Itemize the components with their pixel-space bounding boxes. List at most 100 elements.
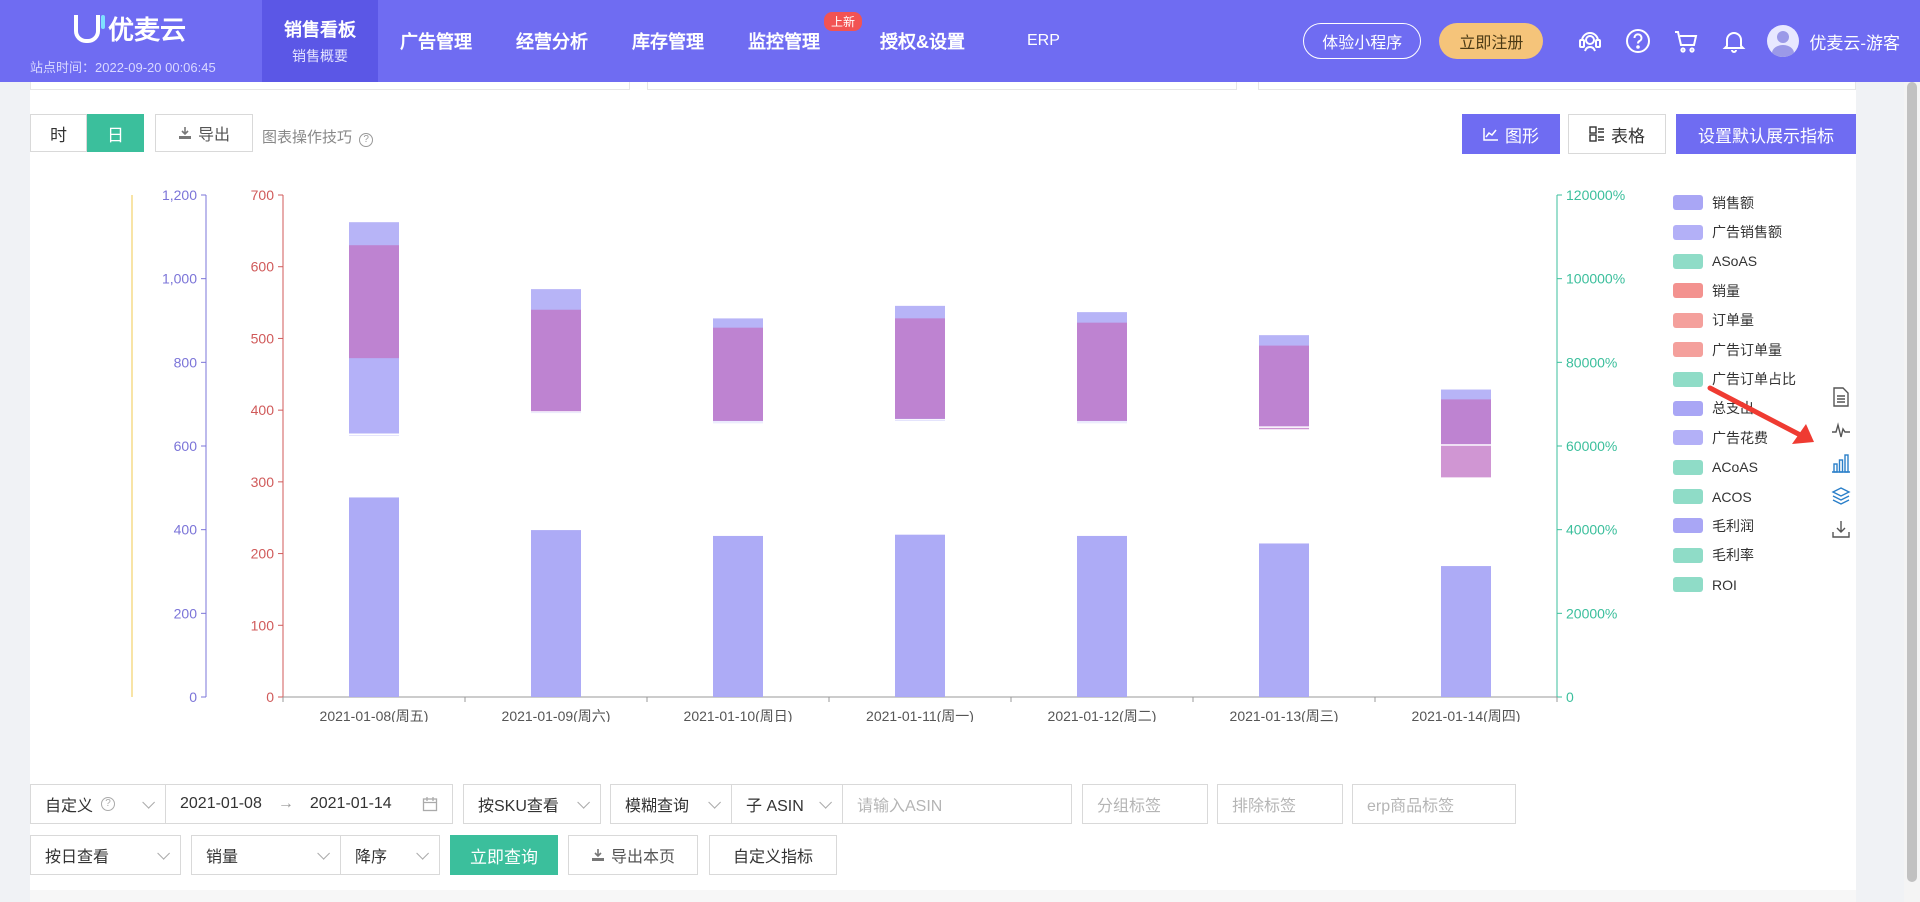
group-tag-select[interactable]: 分组标签: [1082, 784, 1208, 824]
y-tick-label: 120000%: [1566, 187, 1625, 203]
legend-item[interactable]: ACoAS: [1673, 453, 1796, 482]
nav-sales-board[interactable]: 销售看板 销售概要: [262, 0, 378, 82]
y-tick-label: 1,200: [162, 187, 197, 203]
y-tick-label: 0: [266, 689, 274, 705]
y-tick-label: 200: [174, 605, 198, 621]
help-icon[interactable]: [1623, 26, 1653, 56]
asin-input[interactable]: 请输入ASIN: [842, 784, 1072, 824]
y-tick-label: 200: [251, 546, 275, 562]
x-tick-label: 2021-01-09(周六): [502, 708, 611, 722]
export-page-button[interactable]: 导出本页: [568, 835, 698, 875]
date-range-picker[interactable]: 2021-01-08 → 2021-01-14: [165, 784, 453, 824]
pointer-arrow: [1707, 385, 1814, 444]
y-tick-label: 40000%: [1566, 522, 1617, 538]
y-tick-label: 500: [251, 330, 275, 346]
period-select[interactable]: 按日查看: [30, 835, 181, 875]
sort-metric-value: 销量: [206, 849, 239, 866]
legend-swatch: [1673, 224, 1703, 240]
set-default-metrics-button[interactable]: 设置默认展示指标: [1676, 114, 1856, 154]
nav-ad-management[interactable]: 广告管理: [378, 0, 494, 82]
legend-item[interactable]: 订单量: [1673, 306, 1796, 335]
chevron-down-icon: [819, 795, 832, 809]
legend-label: ROI: [1712, 576, 1737, 593]
y-tick-label: 800: [174, 354, 198, 370]
nav-label: 监控管理: [748, 32, 820, 52]
bar-quantity: [1441, 399, 1491, 478]
data-view-icon[interactable]: [1830, 380, 1852, 413]
erp-tag-placeholder: erp商品标签: [1367, 798, 1455, 815]
legend-label: ASoAS: [1712, 253, 1758, 270]
legend-item[interactable]: ASoAS: [1673, 247, 1796, 276]
y-tick-label: 60000%: [1566, 438, 1617, 454]
nav-label: 库存管理: [632, 32, 704, 52]
legend-swatch: [1673, 371, 1703, 387]
exclude-tag-placeholder: 排除标签: [1232, 798, 1297, 815]
nav-monitoring[interactable]: 监控管理 上新: [726, 0, 862, 82]
top-nav-bar: 优麦云 站点时间：2022-09-20 00:06:45 销售看板 销售概要 广…: [0, 0, 1920, 82]
support-icon[interactable]: [1575, 26, 1605, 56]
avatar[interactable]: [1767, 25, 1800, 57]
sort-order-select[interactable]: 降序: [340, 835, 440, 875]
chevron-down-icon: [317, 846, 330, 860]
legend-swatch: [1673, 342, 1703, 358]
page-scrollbar[interactable]: [1904, 82, 1920, 902]
bar-sales: [895, 534, 945, 697]
custom-metrics-button[interactable]: 自定义指标: [709, 835, 837, 875]
bar-sales: [1259, 543, 1309, 697]
bar-quantity: [349, 245, 399, 359]
exclude-tag-select[interactable]: 排除标签: [1217, 784, 1343, 824]
username[interactable]: 优麦云-游客: [1809, 29, 1900, 54]
bar-sales: [1441, 566, 1491, 697]
y-tick-label: 300: [251, 474, 275, 490]
cart-icon[interactable]: [1671, 26, 1701, 56]
register-button[interactable]: 立即注册: [1439, 23, 1544, 59]
legend-label: 广告订单量: [1712, 341, 1782, 358]
brand[interactable]: 优麦云 站点时间：2022-09-20 00:06:45: [30, 10, 255, 76]
legend-swatch: [1673, 489, 1703, 505]
nav-business-analysis[interactable]: 经营分析: [494, 0, 610, 82]
chevron-down-icon: [157, 846, 170, 860]
table-header-strip: [30, 890, 1856, 902]
legend-swatch: [1673, 312, 1703, 328]
legend-item[interactable]: 毛利润: [1673, 511, 1796, 540]
legend-item[interactable]: 销量: [1673, 276, 1796, 305]
chevron-down-icon: [708, 795, 721, 809]
nav-inventory[interactable]: 库存管理: [610, 0, 726, 82]
x-tick-label: 2021-01-13(周三): [1230, 708, 1339, 722]
legend-label: 毛利率: [1712, 547, 1754, 564]
legend-item[interactable]: 毛利率: [1673, 541, 1796, 570]
nav-erp[interactable]: ERP: [987, 0, 1082, 82]
sort-metric-select[interactable]: 销量: [191, 835, 341, 875]
legend-swatch: [1673, 518, 1703, 534]
bar-quantity: [713, 327, 763, 421]
group-tag-placeholder: 分组标签: [1097, 798, 1162, 815]
export-page-label: 导出本页: [610, 849, 675, 866]
save-image-icon[interactable]: [1830, 512, 1852, 545]
range-type-value: 自定义: [45, 798, 94, 815]
query-button[interactable]: 立即查询: [450, 835, 558, 875]
y-tick-label: 400: [251, 402, 275, 418]
chart-toolbox: [1830, 380, 1852, 545]
legend-item[interactable]: ROI: [1673, 570, 1796, 599]
bar-quantity: [1077, 322, 1127, 421]
mini-program-button[interactable]: 体验小程序: [1303, 23, 1422, 59]
stack-switch-icon[interactable]: [1830, 479, 1852, 512]
legend-item[interactable]: 广告订单量: [1673, 335, 1796, 364]
y-tick-label: 700: [251, 187, 275, 203]
asin-type-value: 子 ASIN: [746, 798, 804, 815]
match-type-select[interactable]: 模糊查询: [610, 784, 732, 824]
bar-switch-icon[interactable]: [1830, 446, 1852, 479]
legend-item[interactable]: ACOS: [1673, 482, 1796, 511]
scrollbar-thumb[interactable]: [1907, 82, 1917, 882]
legend-item[interactable]: 广告销售额: [1673, 217, 1796, 246]
range-type-select[interactable]: 自定义 ?: [30, 784, 166, 824]
view-by-value: 按SKU查看: [478, 798, 559, 815]
view-by-select[interactable]: 按SKU查看: [463, 784, 601, 824]
bell-icon[interactable]: [1719, 26, 1749, 56]
legend-item[interactable]: 销售额: [1673, 188, 1796, 217]
erp-tag-select[interactable]: erp商品标签: [1352, 784, 1516, 824]
line-switch-icon[interactable]: [1830, 413, 1852, 446]
asin-type-select[interactable]: 子 ASIN: [731, 784, 843, 824]
nav-auth-settings[interactable]: 授权&设置: [842, 0, 987, 82]
date-separator: →: [277, 795, 294, 812]
